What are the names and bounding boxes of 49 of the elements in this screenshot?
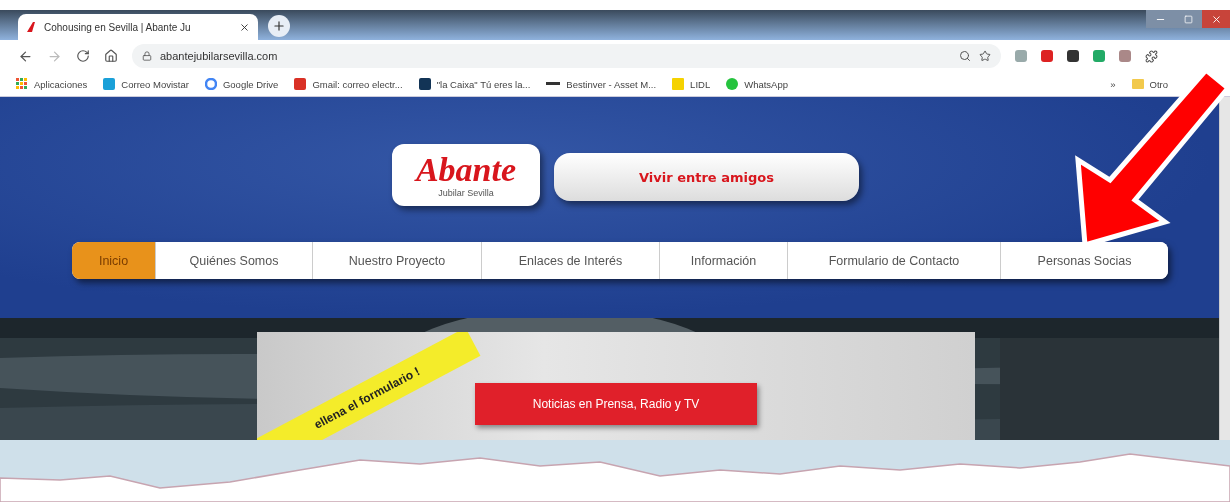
bookmark-link[interactable]: Aplicaciones: [34, 78, 88, 90]
bookmark-icon: [726, 78, 739, 90]
logo-card[interactable]: Abante Jubilar Sevilla: [392, 144, 540, 206]
lock-icon: [142, 51, 152, 61]
puzzle-icon[interactable]: [1145, 49, 1158, 63]
bookmark-icon: [418, 78, 431, 90]
plus-icon: [272, 19, 286, 33]
bookmark-link[interactable]: Google Drive: [222, 78, 279, 90]
tab-favicon: [26, 21, 38, 33]
star-icon[interactable]: [979, 50, 991, 62]
bookmark-icon: [294, 78, 307, 90]
bookmark-folder[interactable]: Otro: [1149, 78, 1168, 90]
nav-item[interactable]: Información: [659, 242, 787, 279]
new-tab-button[interactable]: [268, 15, 290, 37]
apps-grid-icon: [16, 78, 28, 90]
bookmark-link[interactable]: WhatsApp: [744, 78, 788, 90]
maximize-icon: [1183, 14, 1193, 24]
close-button[interactable]: [1202, 10, 1230, 28]
logo-text: Abante: [415, 152, 517, 188]
close-icon[interactable]: [239, 21, 250, 33]
bookmark-icon: [546, 82, 561, 86]
bookmark-link[interactable]: Bestinver - Asset M...: [566, 78, 657, 90]
folder-icon: [1131, 79, 1144, 89]
slogan: Vivir entre amigos: [554, 153, 859, 201]
bookmark-link[interactable]: Gmail: correo electr...: [312, 78, 403, 90]
nav-item[interactable]: Inicio: [72, 242, 155, 279]
logo-subtitle: Jubilar Sevilla: [438, 188, 494, 198]
nav-item[interactable]: Nuestro Proyecto: [312, 242, 481, 279]
browser-tab[interactable]: Cohousing en Sevilla | Abante Ju: [18, 14, 258, 40]
nav-item[interactable]: Formulario de Contacto: [787, 242, 1000, 279]
scrollbar[interactable]: [1219, 97, 1230, 440]
search-icon[interactable]: [959, 50, 971, 62]
news-button[interactable]: Noticias en Prensa, Radio y TV: [475, 383, 757, 426]
nav-item[interactable]: Enlaces de Interés: [481, 242, 659, 279]
nav-item[interactable]: Personas Socias: [1000, 242, 1168, 279]
bookmark-link[interactable]: "la Caixa" Tú eres la...: [436, 78, 531, 90]
bookmark-link[interactable]: Correo Movistar: [121, 78, 189, 90]
bookmark-link[interactable]: LIDL: [690, 78, 711, 90]
bookmark-icon: [103, 78, 116, 90]
close-icon: [1210, 13, 1222, 25]
back-icon[interactable]: [18, 48, 33, 64]
bookmark-icon: [204, 78, 217, 90]
nav-item[interactable]: Quiénes Somos: [155, 242, 312, 279]
reload-icon[interactable]: [76, 49, 90, 63]
bookmark-icon: [672, 78, 685, 90]
home-icon[interactable]: [104, 49, 118, 63]
address-bar[interactable]: abantejubilarsevilla.com: [132, 44, 1001, 68]
more-bookmarks[interactable]: »: [1110, 78, 1116, 90]
extension-icon[interactable]: [1067, 50, 1079, 62]
